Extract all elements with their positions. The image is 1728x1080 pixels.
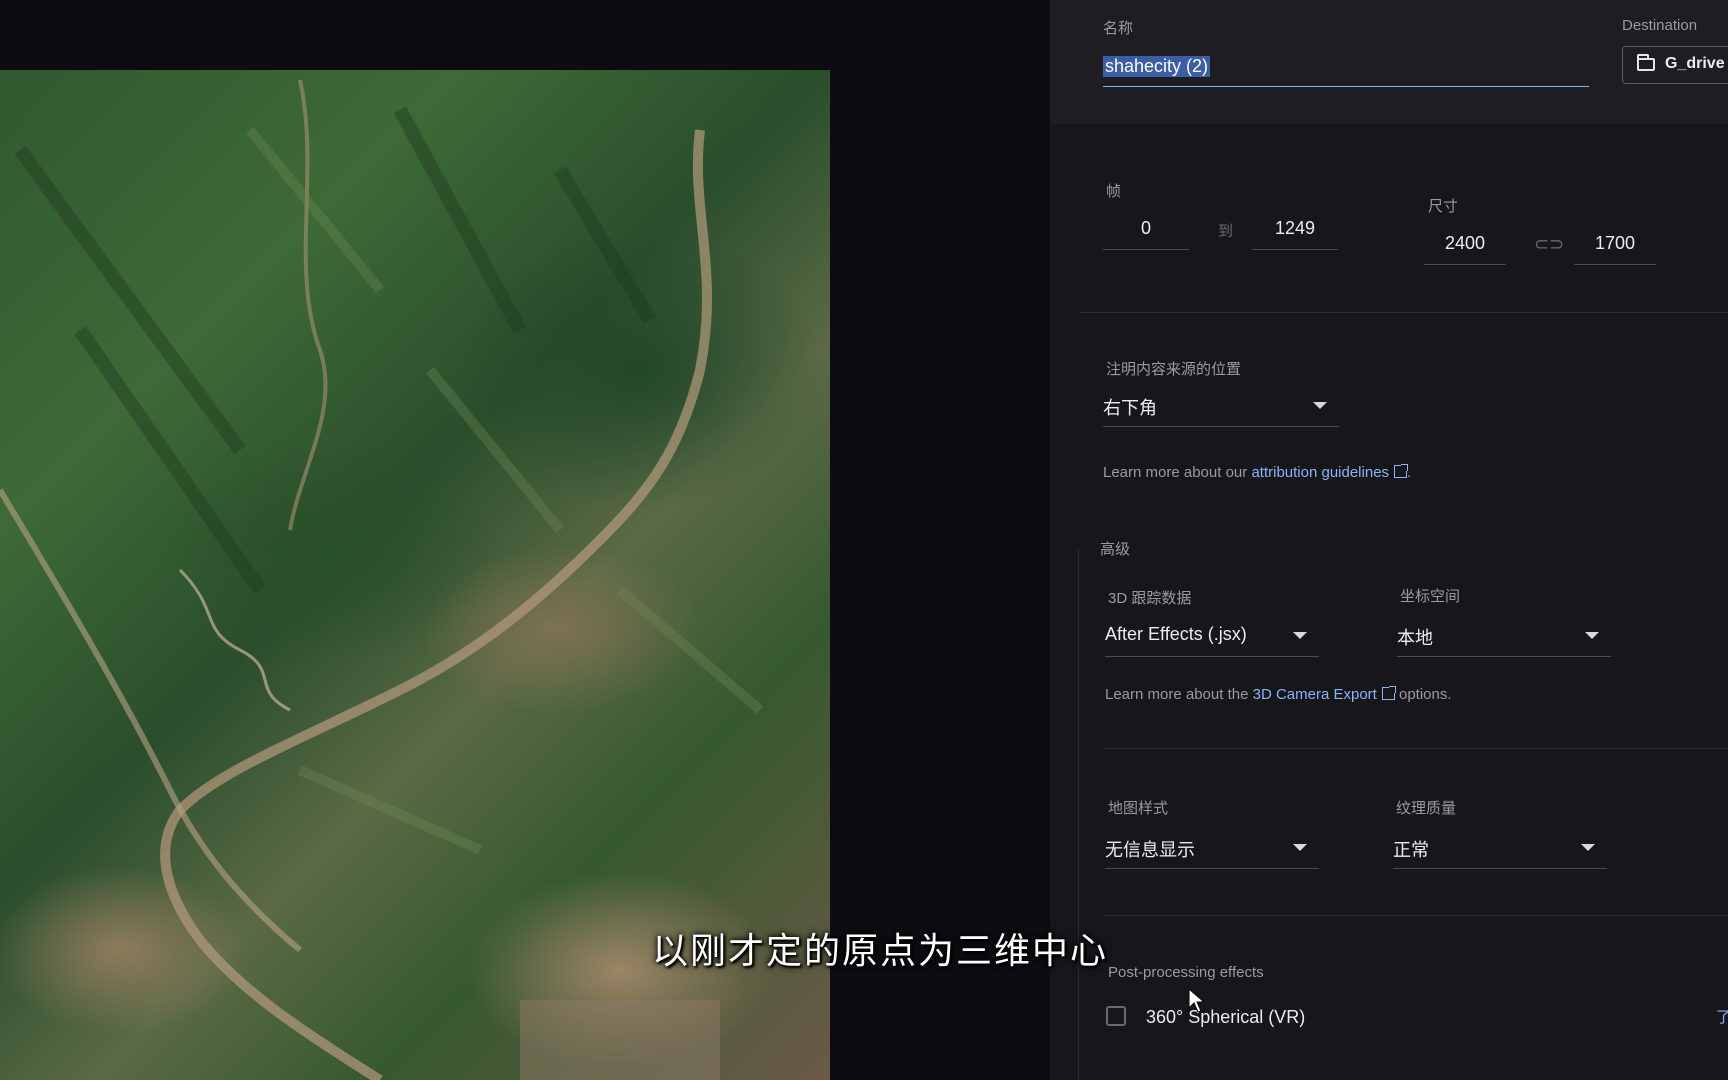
divider: [1105, 748, 1728, 749]
chevron-down-icon: [1581, 844, 1595, 851]
vr-checkbox[interactable]: [1106, 1006, 1126, 1026]
attribution-value: 右下角: [1103, 398, 1157, 418]
texture-quality-value: 正常: [1393, 840, 1429, 860]
destination-value: G_drive: [1665, 55, 1725, 72]
link-icon[interactable]: ⊂⊃: [1534, 234, 1564, 255]
camera-export-link[interactable]: 3D Camera Export: [1252, 686, 1396, 703]
size-label: 尺寸: [1428, 198, 1459, 215]
map-style-select[interactable]: 无信息显示: [1105, 830, 1319, 869]
coord-space-value: 本地: [1397, 628, 1433, 648]
tracking-value: After Effects (.jsx): [1105, 624, 1247, 644]
edge-link[interactable]: 了: [1716, 1006, 1728, 1027]
attribution-select[interactable]: 右下角: [1103, 388, 1339, 427]
vr-label: 360° Spherical (VR): [1146, 1007, 1306, 1027]
name-label: 名称: [1103, 20, 1134, 37]
attribution-guidelines-link[interactable]: attribution guidelines: [1251, 464, 1409, 481]
tracking-label: 3D 跟踪数据: [1108, 590, 1192, 607]
attribution-guidelines-link-text: attribution guidelines: [1251, 464, 1390, 481]
camera-help-prefix: Learn more about the: [1105, 686, 1253, 703]
map-style-label: 地图样式: [1108, 800, 1169, 817]
camera-export-link-text: 3D Camera Export: [1252, 686, 1377, 703]
video-subtitle: 以刚才定的原点为三维中心: [651, 930, 1108, 971]
frame-start-input[interactable]: 0: [1103, 218, 1189, 250]
name-input-value: shahecity (2): [1103, 56, 1211, 77]
attribution-help-prefix: Learn more about our: [1103, 464, 1252, 481]
destination-button[interactable]: G_drive: [1622, 46, 1728, 84]
height-input[interactable]: 1700: [1574, 233, 1656, 265]
external-link-icon: [1394, 464, 1409, 478]
camera-help: Learn more about the 3D Camera Export op…: [1105, 686, 1452, 703]
name-input[interactable]: shahecity (2): [1103, 52, 1589, 87]
chevron-down-icon: [1293, 844, 1307, 851]
camera-help-suffix: options.: [1394, 686, 1452, 703]
divider: [1080, 312, 1728, 313]
attribution-help: Learn more about our attribution guideli…: [1103, 464, 1411, 481]
advanced-label: 高级: [1100, 541, 1131, 558]
coord-space-label: 坐标空间: [1400, 588, 1461, 605]
frame-to-label: 到: [1218, 223, 1234, 240]
coord-space-select[interactable]: 本地: [1397, 618, 1611, 657]
chevron-down-icon: [1313, 402, 1327, 409]
export-settings-panel: 名称 shahecity (2) Destination G_drive 帧 0…: [1050, 0, 1728, 1080]
destination-label: Destination: [1622, 17, 1698, 34]
tracking-data-select[interactable]: After Effects (.jsx): [1105, 618, 1319, 657]
folder-icon: [1637, 54, 1655, 71]
advanced-section-border: [1078, 548, 1079, 1080]
attribution-label: 注明内容来源的位置: [1106, 361, 1242, 378]
frame-end-input[interactable]: 1249: [1252, 218, 1338, 250]
texture-quality-select[interactable]: 正常: [1393, 830, 1607, 869]
chevron-down-icon: [1293, 632, 1307, 639]
frames-label: 帧: [1106, 183, 1122, 200]
texture-quality-label: 纹理质量: [1396, 800, 1457, 817]
width-input[interactable]: 2400: [1424, 233, 1506, 265]
chevron-down-icon: [1585, 632, 1599, 639]
divider: [1105, 915, 1728, 916]
map-style-value: 无信息显示: [1105, 840, 1195, 860]
external-link-icon: [1381, 686, 1396, 700]
